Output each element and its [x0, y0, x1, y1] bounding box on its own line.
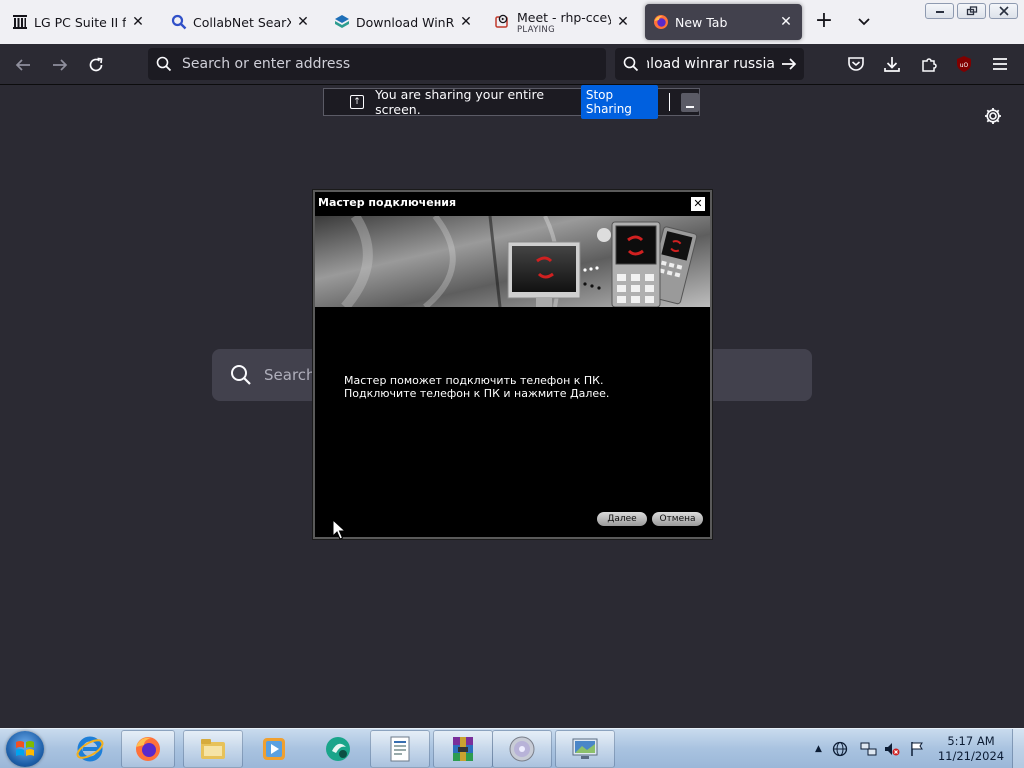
lg-pc-suite-icon[interactable] — [310, 730, 365, 768]
media-player-icon[interactable] — [246, 730, 301, 768]
firefox-taskbar-icon[interactable] — [121, 730, 175, 768]
restore-window-button[interactable] — [957, 3, 986, 19]
extensions-icon[interactable] — [919, 54, 939, 74]
pocket-icon[interactable] — [846, 54, 866, 74]
system-tray: ▲ — [815, 729, 924, 768]
chevron-down-icon — [858, 18, 870, 26]
meet-icon — [495, 14, 511, 30]
minimize-window-button[interactable] — [925, 3, 954, 19]
divider — [668, 93, 670, 111]
file-explorer-icon[interactable] — [183, 730, 243, 768]
search-icon — [171, 14, 187, 30]
address-bar[interactable]: Search or enter address — [148, 48, 606, 80]
back-button[interactable] — [10, 52, 36, 78]
windows-logo-icon — [16, 741, 34, 756]
close-icon[interactable]: ✕ — [295, 14, 311, 30]
tab-title: LG PC Suite II for LG — [34, 14, 126, 30]
remote-desktop-icon[interactable] — [555, 730, 615, 768]
internet-explorer-icon[interactable] — [62, 730, 117, 768]
mouse-cursor-icon — [332, 518, 347, 541]
reload-icon — [89, 57, 103, 72]
search-value: download winrar russia — [647, 56, 775, 72]
tab-playing-label: PLAYING — [517, 24, 555, 35]
tab-winrar[interactable]: Download WinRAR ✕ — [326, 4, 482, 40]
start-button[interactable] — [6, 731, 44, 767]
screen-sharing-indicator: ↑ You are sharing your entire screen. St… — [323, 85, 700, 119]
ublock-origin-icon[interactable]: uO — [954, 54, 974, 74]
tab-title: New Tab — [675, 14, 728, 30]
reload-button[interactable] — [83, 52, 109, 78]
minimize-indicator-button[interactable] — [680, 92, 699, 112]
action-center-flag-icon[interactable] — [910, 741, 924, 757]
winrar-icon — [334, 14, 350, 30]
search-icon — [231, 365, 251, 385]
search-icon — [156, 56, 172, 72]
next-button[interactable]: Далее — [597, 512, 647, 526]
downloads-icon[interactable] — [882, 54, 902, 74]
tab-lg-pc-suite[interactable]: LG PC Suite II for LG ✕ — [4, 4, 154, 40]
dialog-title: Мастер подключения — [315, 192, 710, 216]
network-computers-icon[interactable] — [860, 741, 878, 757]
clock-date: 11/21/2024 — [937, 749, 1005, 763]
tab-new-tab[interactable]: New Tab ✕ — [645, 4, 802, 40]
tab-strip: LG PC Suite II for LG ✕ CollabNet SearXN… — [0, 0, 1024, 44]
newtab-search-placeholder: Search — [264, 366, 316, 384]
close-dialog-button[interactable]: ✕ — [691, 197, 705, 211]
tab-title: CollabNet SearXNG — [193, 14, 291, 30]
close-icon[interactable]: ✕ — [130, 14, 146, 30]
dvd-disc-icon[interactable] — [492, 730, 552, 768]
close-icon[interactable]: ✕ — [778, 14, 794, 30]
sharing-message: You are sharing your entire screen. — [375, 87, 545, 117]
menu-icon[interactable] — [990, 54, 1010, 74]
show-hidden-icons-icon[interactable]: ▲ — [815, 744, 822, 754]
connection-wizard-dialog: Мастер подключения ✕ Мастер поможет подк… — [313, 190, 712, 539]
tab-title: Download WinRAR — [356, 14, 454, 30]
search-bar[interactable]: download winrar russia — [615, 48, 804, 80]
winrar-taskbar-icon[interactable] — [433, 730, 493, 768]
address-placeholder: Search or enter address — [182, 56, 351, 72]
close-window-button[interactable] — [989, 3, 1018, 19]
library-icon — [12, 14, 28, 30]
tab-title: Meet - rhp-ccey-mj — [517, 9, 611, 25]
stop-sharing-button[interactable]: Stop Sharing — [580, 85, 658, 119]
share-screen-icon: ↑ — [350, 95, 365, 109]
tab-searxng[interactable]: CollabNet SearXNG ✕ — [163, 4, 319, 40]
list-all-tabs-button[interactable] — [852, 10, 876, 34]
volume-muted-icon[interactable] — [884, 741, 900, 757]
network-globe-icon[interactable] — [832, 741, 848, 757]
wizard-message-line: Мастер поможет подключить телефон к ПК. — [344, 374, 604, 387]
wizard-message-line: Подключите телефон к ПК и нажмите Далее. — [344, 387, 610, 400]
taskbar: ▲ 5:17 AM 11/21/2024 — [0, 728, 1024, 768]
gear-icon[interactable] — [983, 106, 1003, 126]
firefox-icon — [653, 14, 669, 30]
arrow-right-icon[interactable] — [781, 56, 797, 72]
wizard-message: Мастер поможет подключить телефон к ПК. … — [344, 374, 609, 400]
taskbar-clock[interactable]: 5:17 AM 11/21/2024 — [936, 734, 1006, 764]
tab-meet[interactable]: Meet - rhp-ccey-mj PLAYING ✕ — [487, 4, 639, 40]
new-tab-button[interactable]: + — [812, 10, 836, 34]
close-icon[interactable]: ✕ — [615, 14, 631, 30]
close-icon[interactable]: ✕ — [458, 14, 474, 30]
arrow-right-icon — [53, 59, 68, 71]
show-desktop-button[interactable] — [1012, 729, 1024, 768]
svg-text:uO: uO — [960, 62, 969, 69]
arrow-left-icon — [15, 59, 30, 71]
cancel-button[interactable]: Отмена — [652, 512, 703, 526]
clock-time: 5:17 AM — [947, 734, 995, 748]
forward-button[interactable] — [47, 52, 73, 78]
search-icon — [623, 56, 639, 72]
document-viewer-icon[interactable] — [370, 730, 430, 768]
wizard-banner-image — [315, 216, 710, 307]
